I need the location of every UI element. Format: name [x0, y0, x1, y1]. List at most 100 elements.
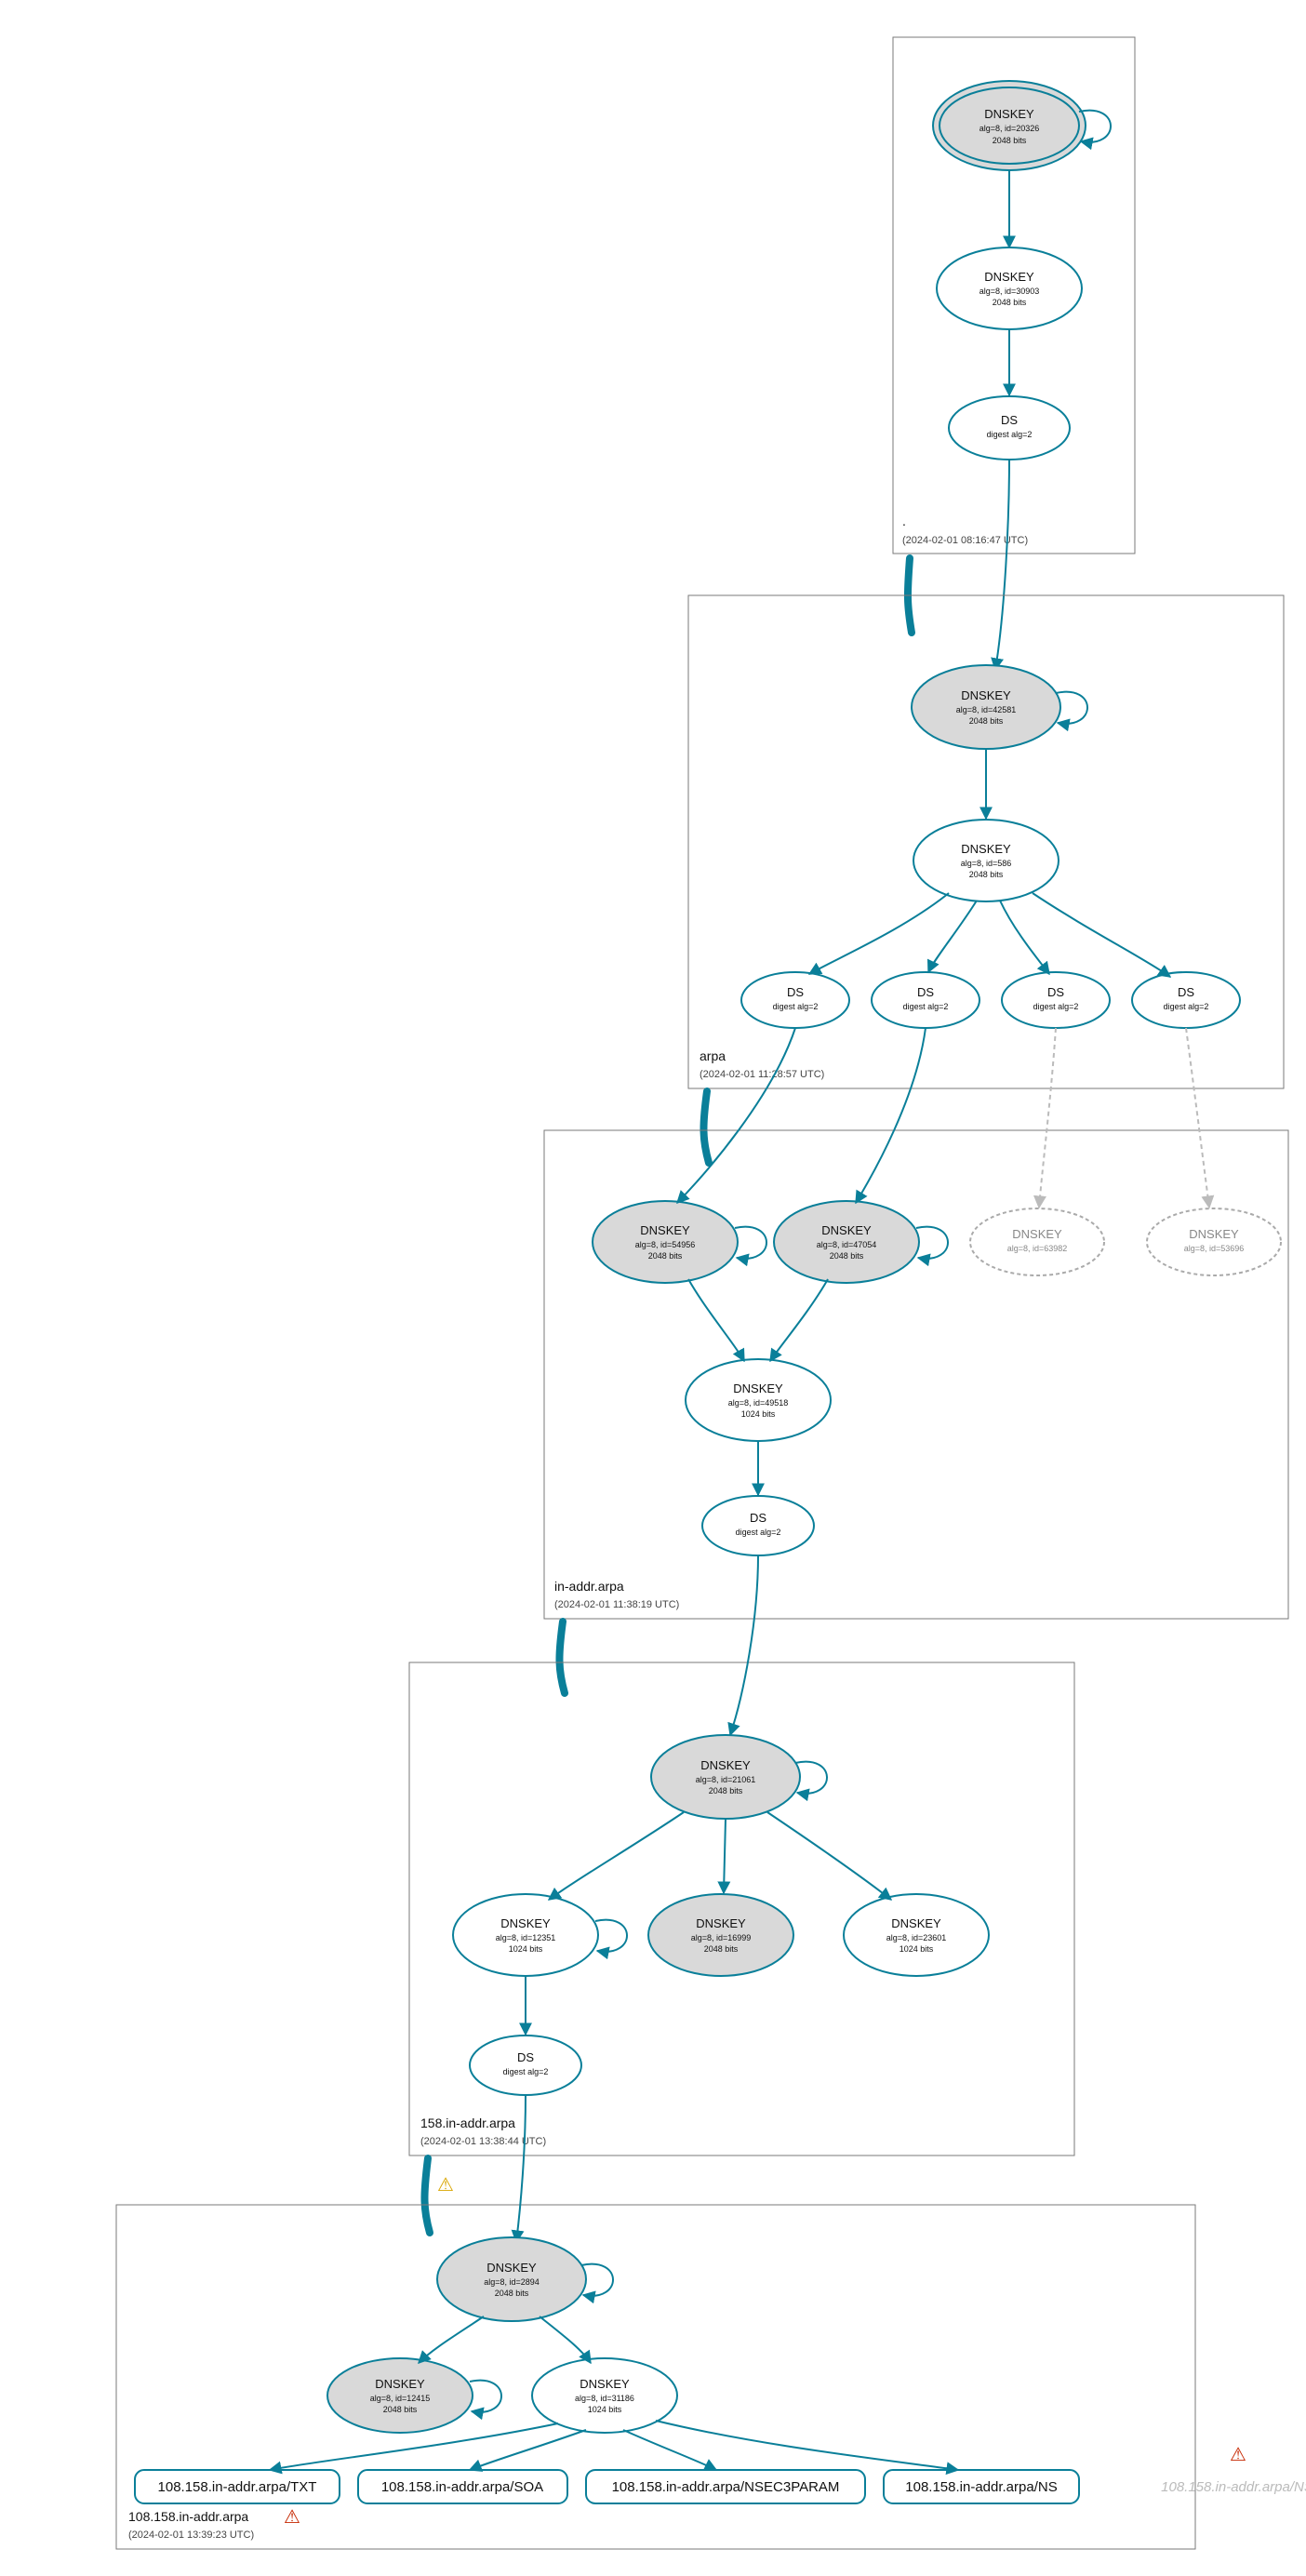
zone-arpa-ts: (2024-02-01 11:28:57 UTC)	[700, 1069, 824, 1080]
svg-text:DNSKEY: DNSKEY	[891, 1916, 941, 1930]
svg-text:108.158.in-addr.arpa/NSEC3PARA: 108.158.in-addr.arpa/NSEC3PARAM	[612, 2479, 840, 2495]
node-inaddr-dnskey-53696: DNSKEY alg=8, id=53696	[1147, 1208, 1281, 1275]
svg-text:alg=8, id=21061: alg=8, id=21061	[696, 1775, 756, 1784]
svg-text:alg=8, id=586: alg=8, id=586	[961, 859, 1012, 868]
svg-text:2048 bits: 2048 bits	[969, 716, 1004, 726]
svg-text:alg=8, id=63982: alg=8, id=63982	[1007, 1244, 1068, 1253]
svg-text:alg=8, id=12415: alg=8, id=12415	[370, 2394, 431, 2403]
node-108-dnskey-2894: DNSKEY alg=8, id=2894 2048 bits	[437, 2237, 586, 2321]
zone-inaddr-label: in-addr.arpa	[554, 1579, 624, 1594]
zone-158-ts: (2024-02-01 13:38:44 UTC)	[420, 2136, 546, 2147]
svg-text:DNSKEY: DNSKEY	[500, 1916, 551, 1930]
svg-text:alg=8, id=2894: alg=8, id=2894	[484, 2277, 540, 2287]
svg-text:alg=8, id=53696: alg=8, id=53696	[1184, 1244, 1245, 1253]
zone-158-label: 158.in-addr.arpa	[420, 2116, 515, 2130]
svg-text:2048 bits: 2048 bits	[495, 2289, 529, 2298]
zone-root-label: .	[902, 514, 906, 528]
svg-text:2048 bits: 2048 bits	[383, 2405, 418, 2414]
error-icon: ⚠	[284, 2507, 300, 2528]
svg-text:DNSKEY: DNSKEY	[733, 1381, 783, 1395]
svg-text:2048 bits: 2048 bits	[993, 136, 1027, 145]
svg-text:alg=8, id=12351: alg=8, id=12351	[496, 1933, 556, 1942]
node-root-dnskey-30903: DNSKEY alg=8, id=30903 2048 bits	[937, 247, 1082, 329]
svg-text:2048 bits: 2048 bits	[648, 1251, 683, 1261]
node-158-dnskey-21061: DNSKEY alg=8, id=21061 2048 bits	[651, 1735, 800, 1819]
svg-text:DNSKEY: DNSKEY	[696, 1916, 746, 1930]
node-108-dnskey-31186: DNSKEYalg=8, id=311861024 bits	[532, 2358, 677, 2433]
svg-text:DS: DS	[1047, 985, 1064, 999]
svg-text:DNSKEY: DNSKEY	[961, 842, 1011, 856]
svg-text:108.158.in-addr.arpa/NS: 108.158.in-addr.arpa/NS	[905, 2479, 1057, 2495]
svg-text:digest alg=2: digest alg=2	[987, 430, 1033, 439]
svg-text:DNSKEY: DNSKEY	[640, 1223, 690, 1237]
zone-inaddr-ts: (2024-02-01 11:38:19 UTC)	[554, 1599, 679, 1610]
node-arpa-ds-2: DS digest alg=2	[872, 972, 980, 1028]
node-158-ds: DSdigest alg=2	[470, 2035, 581, 2095]
svg-text:DNSKEY: DNSKEY	[486, 2261, 537, 2275]
svg-text:DNSKEY: DNSKEY	[700, 1758, 751, 1772]
svg-text:alg=8, id=49518: alg=8, id=49518	[728, 1398, 789, 1408]
zone-108-ts: (2024-02-01 13:39:23 UTC)	[128, 2529, 254, 2541]
svg-text:alg=8, id=47054: alg=8, id=47054	[817, 1240, 877, 1249]
node-arpa-dnskey-42581: DNSKEY alg=8, id=42581 2048 bits	[912, 665, 1060, 749]
node-arpa-dnskey-586: DNSKEY alg=8, id=586 2048 bits	[913, 820, 1059, 901]
svg-text:108.158.in-addr.arpa/SOA: 108.158.in-addr.arpa/SOA	[381, 2479, 543, 2495]
node-arpa-ds-4: DS digest alg=2	[1132, 972, 1240, 1028]
rr-ns: 108.158.in-addr.arpa/NS	[884, 2470, 1079, 2503]
rr-nsec3param: 108.158.in-addr.arpa/NSEC3PARAM	[586, 2470, 865, 2503]
node-root-ds: DS digest alg=2	[949, 396, 1070, 460]
svg-text:2048 bits: 2048 bits	[704, 1944, 739, 1954]
svg-text:alg=8, id=20326: alg=8, id=20326	[980, 124, 1040, 133]
svg-text:digest alg=2: digest alg=2	[736, 1528, 781, 1537]
node-inaddr-dnskey-49518: DNSKEY alg=8, id=495181024 bits	[686, 1359, 831, 1441]
svg-text:DNSKEY: DNSKEY	[984, 270, 1034, 284]
node-inaddr-dnskey-47054: DNSKEY alg=8, id=47054 2048 bits	[774, 1201, 919, 1283]
svg-text:DNSKEY: DNSKEY	[375, 2377, 425, 2391]
node-108-dnskey-12415: DNSKEY alg=8, id=12415 2048 bits	[327, 2358, 473, 2433]
svg-text:DS: DS	[1178, 985, 1194, 999]
node-158-dnskey-16999: DNSKEY alg=8, id=16999 2048 bits	[648, 1894, 793, 1976]
node-inaddr-dnskey-63982: DNSKEY alg=8, id=63982	[970, 1208, 1104, 1275]
svg-text:alg=8, id=16999: alg=8, id=16999	[691, 1933, 752, 1942]
node-inaddr-dnskey-54956: DNSKEY alg=8, id=54956 2048 bits	[593, 1201, 738, 1283]
svg-text:DNSKEY: DNSKEY	[580, 2377, 630, 2391]
svg-text:digest alg=2: digest alg=2	[1164, 1002, 1209, 1011]
svg-text:1024 bits: 1024 bits	[900, 1944, 934, 1954]
node-158-dnskey-12351: DNSKEY alg=8, id=12351 1024 bits	[453, 1894, 598, 1976]
svg-text:digest alg=2: digest alg=2	[903, 1002, 949, 1011]
svg-text:2048 bits: 2048 bits	[709, 1786, 743, 1795]
svg-text:1024 bits: 1024 bits	[741, 1409, 776, 1419]
svg-text:DNSKEY: DNSKEY	[821, 1223, 872, 1237]
svg-text:DS: DS	[517, 2050, 534, 2064]
node-arpa-ds-3: DS digest alg=2	[1002, 972, 1110, 1028]
svg-text:DS: DS	[917, 985, 934, 999]
svg-text:alg=8, id=54956: alg=8, id=54956	[635, 1240, 696, 1249]
rr-ns-faded: 108.158.in-addr.arpa/NS	[1161, 2479, 1306, 2495]
svg-text:108.158.in-addr.arpa/TXT: 108.158.in-addr.arpa/TXT	[158, 2479, 317, 2495]
svg-text:digest alg=2: digest alg=2	[1033, 1002, 1079, 1011]
dnssec-graph: . (2024-02-01 08:16:47 UTC) DNSKEY alg=8…	[0, 0, 1306, 2576]
svg-text:2048 bits: 2048 bits	[830, 1251, 864, 1261]
node-root-dnskey-20326: DNSKEY alg=8, id=20326 2048 bits	[933, 81, 1086, 170]
zone-arpa-label: arpa	[700, 1048, 726, 1063]
warning-icon: ⚠	[437, 2175, 454, 2196]
svg-text:DS: DS	[1001, 413, 1018, 427]
svg-text:DNSKEY: DNSKEY	[984, 107, 1034, 121]
svg-text:DNSKEY: DNSKEY	[1012, 1227, 1062, 1241]
svg-text:2048 bits: 2048 bits	[993, 298, 1027, 307]
svg-text:DNSKEY: DNSKEY	[961, 688, 1011, 702]
svg-text:alg=8, id=42581: alg=8, id=42581	[956, 705, 1017, 714]
zone-108-label: 108.158.in-addr.arpa	[128, 2509, 248, 2524]
svg-text:DS: DS	[787, 985, 804, 999]
svg-text:DNSKEY: DNSKEY	[1189, 1227, 1239, 1241]
zone-root-ts: (2024-02-01 08:16:47 UTC)	[902, 535, 1028, 546]
error-icon-ns: ⚠	[1230, 2445, 1246, 2465]
svg-text:2048 bits: 2048 bits	[969, 870, 1004, 879]
svg-text:alg=8, id=23601: alg=8, id=23601	[886, 1933, 947, 1942]
svg-text:alg=8, id=30903: alg=8, id=30903	[980, 287, 1040, 296]
node-158-dnskey-23601: DNSKEY alg=8, id=23601 1024 bits	[844, 1894, 989, 1976]
rr-txt: 108.158.in-addr.arpa/TXT	[135, 2470, 340, 2503]
node-arpa-ds-1: DSdigest alg=2	[741, 972, 849, 1028]
rr-soa: 108.158.in-addr.arpa/SOA	[358, 2470, 567, 2503]
svg-text:1024 bits: 1024 bits	[509, 1944, 543, 1954]
